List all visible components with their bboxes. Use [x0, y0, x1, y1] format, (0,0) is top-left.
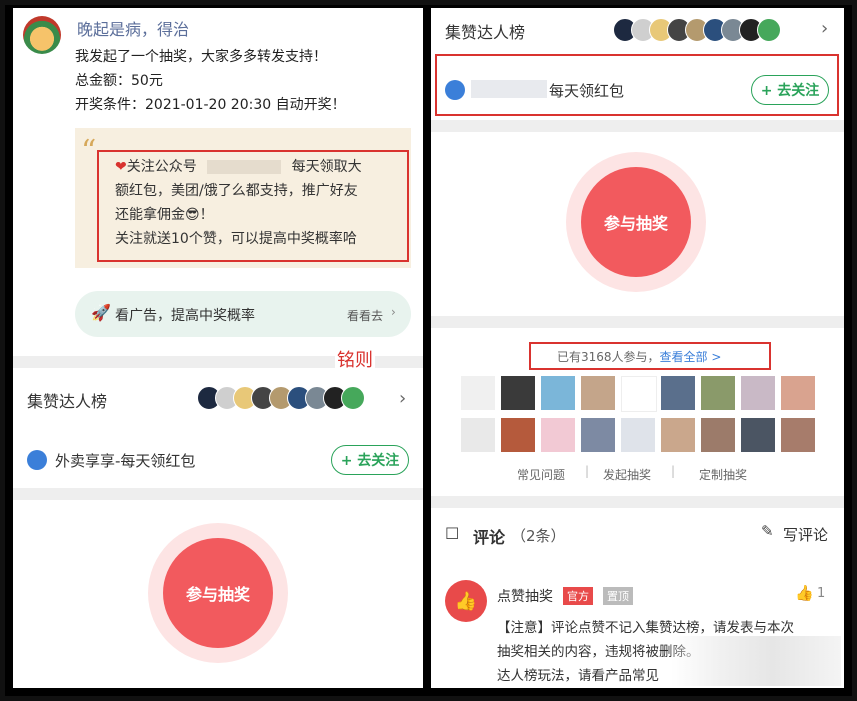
leaderboard-title[interactable]: 集赞达人榜	[445, 19, 525, 43]
comment-line-2: 抽奖相关的内容，违规将被删除。	[497, 644, 700, 660]
section-divider	[431, 120, 844, 132]
participant-avatar	[701, 376, 735, 410]
comment-line-1: 【注意】评论点赞不记入集赞达榜，请发表与本次	[497, 620, 794, 636]
section-divider	[431, 316, 844, 328]
like-count: 1	[817, 586, 826, 601]
user-avatar[interactable]	[23, 16, 61, 54]
participant-avatar	[741, 418, 775, 452]
leaderboard-title[interactable]: 集赞达人榜	[27, 388, 107, 412]
participant-avatar	[501, 376, 535, 410]
link-divider: |	[585, 464, 590, 478]
badge-pinned: 置顶	[603, 587, 633, 605]
ad-text: 看广告，提高中奖概率	[115, 308, 255, 324]
draw-button-halo: 参与抽奖	[566, 152, 706, 292]
comment-line-3: 达人榜玩法，请看产品常见	[497, 668, 659, 684]
rocket-icon: 🚀	[91, 303, 111, 322]
avatar	[341, 386, 365, 410]
participant-avatar	[621, 418, 655, 452]
link-divider: |	[671, 464, 676, 478]
quote-line-4: 关注就送10个赞，可以提高中奖概率哈	[115, 231, 357, 247]
commenter-avatar[interactable]: 👍	[445, 580, 487, 622]
follow-button[interactable]: + 去关注	[331, 445, 409, 475]
quote-line-3: 还能拿佣金😎！	[115, 207, 214, 223]
link-faq[interactable]: 常见问题	[517, 466, 565, 483]
like-icon[interactable]: 👍	[795, 584, 814, 602]
blurred-overlay	[671, 636, 841, 686]
ad-link[interactable]: 看看去	[347, 307, 383, 324]
badge-official: 官方	[563, 587, 593, 605]
participants-count: 已有3168人参与，	[557, 350, 660, 364]
comments-title: 评论	[473, 528, 506, 547]
participants-grid[interactable]	[461, 376, 821, 456]
participant-avatar	[621, 376, 657, 412]
link-start-draw[interactable]: 发起抽奖	[603, 466, 651, 483]
participants-text: 已有3168人参与，查看全部 >	[557, 348, 721, 365]
section-divider	[431, 496, 844, 508]
section-divider	[13, 488, 423, 500]
participant-avatar	[501, 418, 535, 452]
quote-mark-icon: “	[81, 134, 97, 169]
quote-box: “ ❤关注公众号 每天领取大 额红包，美团/饿了么都支持，推广好友 还能拿佣金😎…	[75, 128, 411, 268]
quote-text-a: 关注公众号	[126, 159, 197, 175]
commenter-name[interactable]: 点赞抽奖	[497, 586, 553, 606]
account-icon	[445, 80, 465, 100]
participant-avatar	[781, 418, 815, 452]
draw-button[interactable]: 参与抽奖	[163, 538, 273, 648]
quote-line-1: ❤关注公众号 每天领取大	[115, 156, 362, 176]
comment-icon: ☐	[445, 524, 460, 543]
blurred-account-name	[471, 80, 547, 98]
post-line-2: 总金额：50元	[75, 73, 163, 89]
chevron-right-icon[interactable]: ›	[399, 388, 406, 409]
post-line-1: 我发起了一个抽奖，大家多多转发支持！	[75, 49, 327, 65]
thumbs-up-icon: 👍	[454, 590, 478, 612]
leaderboard-avatars[interactable]	[197, 386, 365, 410]
participant-avatar	[461, 418, 495, 452]
view-all-link[interactable]: 查看全部 >	[660, 350, 722, 364]
draw-button-halo: 参与抽奖	[148, 523, 288, 663]
participant-avatar	[661, 418, 695, 452]
chevron-right-icon[interactable]: ›	[821, 18, 828, 39]
participant-avatar	[581, 376, 615, 410]
left-panel: 晚起是病，得治 我发起了一个抽奖，大家多多转发支持！ 总金额：50元 开奖条件：…	[13, 8, 423, 688]
chevron-right-icon: ›	[391, 305, 396, 319]
quote-line-2: 额红包，美团/饿了么都支持，推广好友	[115, 183, 358, 199]
account-icon	[27, 450, 47, 470]
leaderboard-avatars[interactable]	[613, 18, 781, 42]
avatar	[757, 18, 781, 42]
participant-avatar	[661, 376, 695, 410]
participant-avatar	[741, 376, 775, 410]
link-custom-draw[interactable]: 定制抽奖	[699, 466, 747, 483]
edit-icon[interactable]: ✎	[761, 522, 774, 540]
draw-button[interactable]: 参与抽奖	[581, 167, 691, 277]
account-name-suffix[interactable]: 每天领红包	[549, 80, 624, 101]
watermark: 铭则	[335, 346, 375, 372]
participant-avatar	[541, 418, 575, 452]
ad-banner[interactable]: 🚀 看广告，提高中奖概率 看看去 ›	[75, 291, 411, 337]
participant-avatar	[581, 418, 615, 452]
comments-count: （2条）	[511, 527, 566, 545]
quote-text-b: 每天领取大	[291, 159, 362, 175]
username[interactable]: 晚起是病，得治	[77, 16, 189, 40]
post-line-3: 开奖条件：2021-01-20 20:30 自动开奖！	[75, 97, 346, 113]
participant-avatar	[701, 418, 735, 452]
write-comment-button[interactable]: 写评论	[783, 524, 828, 545]
participant-avatar	[541, 376, 575, 410]
heart-icon: ❤	[115, 159, 127, 175]
blurred-account-name	[207, 160, 282, 174]
participant-avatar	[781, 376, 815, 410]
right-panel: 集赞达人榜 › 每天领红包 + 去关注 参与抽奖 已有3168人参与，查看全部 …	[431, 8, 844, 688]
draw-button-label: 参与抽奖	[603, 214, 668, 233]
participant-avatar	[461, 376, 495, 410]
follow-button[interactable]: + 去关注	[751, 75, 829, 105]
draw-button-label: 参与抽奖	[185, 585, 250, 604]
account-name[interactable]: 外卖享享-每天领红包	[55, 450, 195, 471]
